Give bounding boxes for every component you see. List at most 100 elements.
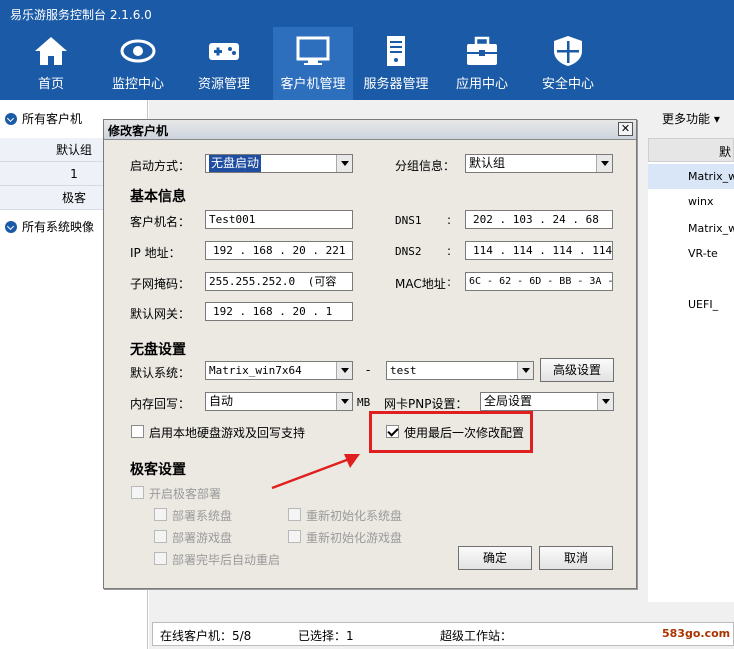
more-functions-label: 更多功能	[662, 112, 711, 126]
ip-address-field[interactable]: 192 . 168 . 20 . 221	[205, 241, 353, 260]
table-cell[interactable]: Matrix_w	[648, 216, 734, 241]
default-system-value: Matrix_win7x64	[209, 364, 302, 377]
gateway-field[interactable]: 192 . 168 . 20 . 1	[205, 302, 353, 321]
mem-write-select[interactable]: 自动	[205, 392, 353, 411]
online-count: 在线客户机：5/8	[160, 629, 252, 643]
deploy-system-disk-checkbox[interactable]	[154, 508, 167, 521]
reinit-game-disk-label: 重新初始化游戏盘	[306, 531, 403, 545]
local-disk-checkbox[interactable]	[131, 425, 144, 438]
nav-client-label: 客户机管理	[280, 77, 346, 92]
subnet-mask-field[interactable]: 255.255.252.0 (可容	[205, 272, 353, 291]
colon-label: :	[447, 275, 452, 289]
shield-icon	[554, 36, 582, 66]
status-bar: 在线客户机：5/8 已选择：1 超级工作站：	[152, 622, 734, 646]
close-icon: ✕	[620, 122, 631, 135]
boot-mode-select[interactable]: 无盘启动	[205, 154, 353, 173]
nav-server-label: 服务器管理	[363, 77, 429, 92]
section-basic-info: 基本信息	[130, 189, 186, 205]
toolbox-icon	[467, 36, 497, 65]
local-disk-label: 启用本地硬盘游戏及回写支持	[149, 426, 306, 440]
auto-restart-checkbox[interactable]	[154, 552, 167, 565]
default-system-select[interactable]: Matrix_win7x64	[205, 361, 353, 380]
chevron-down-icon	[597, 393, 613, 410]
monitor-icon	[296, 36, 330, 65]
system-variant-select[interactable]: test	[386, 361, 534, 380]
table-cell[interactable]: VR-te	[648, 241, 734, 266]
selected-count: 已选择：1	[298, 629, 354, 643]
close-button[interactable]: ✕	[618, 122, 633, 136]
colon-label: :	[447, 213, 452, 227]
chevron-down-icon	[336, 362, 352, 379]
nav-security-center[interactable]: 安全中心	[528, 27, 608, 100]
nav-security-label: 安全中心	[541, 77, 594, 92]
subnet-label: 子网掩码：	[130, 277, 191, 291]
nav-server-management[interactable]: 服务器管理	[356, 27, 436, 100]
mac-address-field[interactable]: 6C - 62 - 6D - BB - 3A - FA	[465, 272, 613, 291]
table-cell[interactable]: winx	[648, 189, 734, 214]
gateway-label: 默认网关：	[130, 307, 191, 321]
app-title: 易乐游服务控制台 2.1.6.0	[10, 8, 152, 22]
enable-jike-label: 开启极客部署	[149, 487, 222, 501]
nav-app-label: 应用中心	[455, 77, 508, 92]
table-cell[interactable]: UEFI_	[648, 292, 734, 317]
section-jike: 极客设置	[130, 462, 186, 478]
table-header-label: 默	[719, 145, 732, 159]
auto-restart-label: 部署完毕后自动重启	[172, 553, 281, 567]
deploy-system-disk-label: 部署系统盘	[172, 509, 233, 523]
colon-label: :	[447, 244, 452, 258]
reinit-system-disk-checkbox[interactable]	[288, 508, 301, 521]
pnp-select[interactable]: 全局设置	[480, 392, 614, 411]
cancel-button[interactable]: 取消	[539, 546, 613, 570]
dns1-field[interactable]: 202 . 103 . 24 . 68	[465, 210, 613, 229]
sidebar-jike-label: 极客	[61, 191, 86, 205]
dialog-title: 修改客户机	[108, 124, 169, 138]
nav-monitor-center[interactable]: 监控中心	[98, 27, 178, 100]
client-name-label: 客户机名：	[130, 215, 191, 229]
table-header: 默	[648, 138, 734, 162]
mem-write-value: 自动	[209, 394, 234, 408]
enable-jike-checkbox[interactable]	[131, 486, 144, 499]
dialog-titlebar: 修改客户机 ✕	[104, 120, 636, 140]
server-icon	[387, 36, 405, 66]
chevron-down-icon	[596, 155, 612, 172]
dash-label: -	[366, 363, 371, 377]
nav-app-center[interactable]: 应用中心	[442, 27, 522, 100]
arrow-icon	[271, 454, 360, 490]
deploy-game-disk-label: 部署游戏盘	[172, 531, 233, 545]
chevron-down-icon	[336, 155, 352, 172]
system-variant-value: test	[390, 364, 417, 377]
boot-mode-label: 启动方式：	[130, 159, 191, 173]
group-value: 默认组	[469, 156, 506, 170]
expand-icon	[5, 221, 17, 233]
reinit-game-disk-checkbox[interactable]	[288, 530, 301, 543]
mac-label: MAC地址	[395, 277, 446, 291]
dns2-label: DNS2	[395, 245, 422, 258]
mem-write-label: 内存回写：	[130, 397, 191, 411]
dns2-field[interactable]: 114 . 114 . 114 . 114	[465, 241, 613, 260]
nav-monitor-label: 监控中心	[111, 77, 164, 92]
sidebar-default-group-label: 默认组	[55, 143, 92, 157]
nav-home[interactable]: 首页	[11, 27, 91, 100]
group-select[interactable]: 默认组	[465, 154, 613, 173]
gamepad-icon	[209, 43, 239, 60]
ok-button[interactable]: 确定	[458, 546, 532, 570]
nav-client-management[interactable]: 客户机管理	[273, 27, 353, 100]
more-functions-button[interactable]: 更多功能 ▾	[662, 108, 720, 130]
section-diskless: 无盘设置	[130, 342, 186, 358]
highlight-box	[369, 411, 533, 453]
pnp-value: 全局设置	[484, 394, 533, 408]
nav-resource-management[interactable]: 资源管理	[184, 27, 264, 100]
ip-label: IP 地址：	[130, 246, 181, 260]
sidebar-item-1-label: 1	[70, 167, 78, 181]
nav-home-label: 首页	[37, 77, 64, 92]
client-name-field[interactable]: Test001	[205, 210, 353, 229]
table-cell[interactable]: Matrix_w	[648, 164, 734, 189]
advanced-settings-button[interactable]: 高级设置	[540, 358, 614, 382]
subnet-mask-value: 255.255.252.0	[209, 275, 296, 288]
mb-unit: MB	[357, 396, 371, 409]
sidebar-all-images-label: 所有系统映像	[22, 220, 95, 234]
pnp-label: 网卡PNP设置：	[384, 397, 468, 411]
nav-resource-label: 资源管理	[197, 77, 250, 92]
watermark: 583go.com	[662, 627, 731, 640]
deploy-game-disk-checkbox[interactable]	[154, 530, 167, 543]
